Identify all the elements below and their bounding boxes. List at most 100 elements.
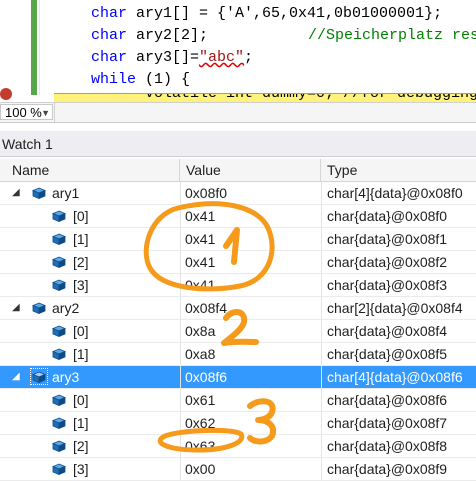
watch-row-parent[interactable]: ◢ ary3 0x08f6 char[4]{data}@0x08f6: [0, 366, 476, 389]
variable-cube-icon: [32, 302, 46, 314]
cell-value[interactable]: 0x63: [180, 435, 321, 457]
code-comment: //Speicherplatz res: [308, 27, 476, 44]
divider: [54, 103, 55, 122]
cell-value[interactable]: 0x41: [180, 274, 321, 296]
code-text: ;: [244, 49, 254, 66]
cell-type: char{data}@0x08f5: [321, 343, 476, 365]
watch-window-title[interactable]: Watch 1: [0, 131, 476, 157]
cell-type: char{data}@0x08f2: [321, 251, 476, 273]
cell-name: [1]: [0, 343, 180, 365]
watch-rows: ◢ ary1 0x08f0 char[4]{data}@0x08f0 [0] 0x41 ch…: [0, 182, 476, 481]
cell-name: [3]: [0, 274, 180, 296]
cell-name: [3]: [0, 458, 180, 480]
code-line-4[interactable]: while (1) {: [91, 69, 190, 91]
keyword: char: [91, 27, 128, 44]
cell-name: ◢ ary2: [0, 297, 180, 319]
cell-type: char{data}@0x08f0: [321, 205, 476, 227]
variable-name: ary2: [52, 300, 80, 316]
cell-value[interactable]: 0x00: [180, 458, 321, 480]
cell-value[interactable]: 0x41: [180, 251, 321, 273]
chevron-down-icon: ▼: [41, 108, 50, 118]
element-index: [1]: [73, 231, 89, 247]
cell-type: char{data}@0x08f4: [321, 320, 476, 342]
element-index: [0]: [73, 323, 89, 339]
breakpoint-icon[interactable]: [0, 88, 12, 100]
element-index: [3]: [73, 277, 89, 293]
cell-value[interactable]: 0x62: [180, 412, 321, 434]
code-text: volatile int dummy=0; //for debugging on…: [109, 93, 476, 102]
variable-cube-icon: [52, 210, 66, 222]
watch-row-child[interactable]: [0] 0x61 char{data}@0x08f6: [0, 389, 476, 412]
cell-value[interactable]: 0x08f4: [180, 297, 321, 319]
element-index: [1]: [73, 346, 89, 362]
cell-name: [2]: [0, 435, 180, 457]
element-index: [0]: [73, 392, 89, 408]
cell-name: [1]: [0, 228, 180, 250]
variable-cube-icon: [52, 279, 66, 291]
watch-row-child[interactable]: [3] 0x41 char{data}@0x08f3: [0, 274, 476, 297]
cell-type: char{data}@0x08f6: [321, 389, 476, 411]
variable-cube-icon: [52, 325, 66, 337]
variable-cube-icon: [52, 233, 66, 245]
expand-collapse-icon[interactable]: ◢: [12, 297, 24, 319]
cell-value[interactable]: 0x61: [180, 389, 321, 411]
watch-row-child[interactable]: [1] 0xa8 char{data}@0x08f5: [0, 343, 476, 366]
element-index: [1]: [73, 415, 89, 431]
watch-row-parent[interactable]: ◢ ary1 0x08f0 char[4]{data}@0x08f0: [0, 182, 476, 205]
cell-type: char{data}@0x08f3: [321, 274, 476, 296]
code-text: ary3[]=: [127, 49, 200, 66]
column-header-value[interactable]: Value: [180, 159, 321, 181]
cell-type: char[4]{data}@0x08f0: [321, 182, 476, 204]
variable-cube-icon: [52, 394, 66, 406]
cell-value[interactable]: 0x41: [180, 205, 321, 227]
variable-cube-icon: [52, 256, 66, 268]
cell-type: char{data}@0x08f7: [321, 412, 476, 434]
element-index: [2]: [73, 438, 89, 454]
cell-type: char[4]{data}@0x08f6: [321, 366, 476, 388]
cell-value[interactable]: 0x8a: [180, 320, 321, 342]
watch-row-child[interactable]: [2] 0x41 char{data}@0x08f2: [0, 251, 476, 274]
current-statement-highlight: volatile int dummy=0; //for debugging on…: [54, 93, 476, 102]
code-text: (1) {: [136, 71, 191, 88]
watch-row-child[interactable]: [0] 0x41 char{data}@0x08f0: [0, 205, 476, 228]
keyword: while: [91, 71, 137, 88]
variable-cube-icon: [52, 348, 66, 360]
watch-row-child[interactable]: [3] 0x00 char{data}@0x08f9: [0, 458, 476, 481]
code-line-3[interactable]: char ary3[]="abc";: [91, 47, 253, 69]
cell-value[interactable]: 0x41: [180, 228, 321, 250]
cell-name: ◢ ary3: [0, 366, 180, 388]
watch-row-child[interactable]: [0] 0x8a char{data}@0x08f4: [0, 320, 476, 343]
column-header-name[interactable]: Name: [0, 159, 180, 181]
code-line-2[interactable]: char ary2[2]; //Speicherplatz res: [91, 25, 476, 47]
watch-row-child[interactable]: [1] 0x62 char{data}@0x08f7: [0, 412, 476, 435]
code-line-1[interactable]: char ary1[] = {'A',65,0x41,0b01000001};: [91, 3, 442, 25]
cell-name: [1]: [0, 412, 180, 434]
variable-name: ary1: [52, 185, 80, 201]
code-editor[interactable]: char ary1[] = {'A',65,0x41,0b01000001}; …: [0, 0, 476, 102]
keyword: char: [91, 49, 128, 66]
cell-name: [0]: [0, 205, 180, 227]
cell-value[interactable]: 0x08f6: [180, 366, 321, 388]
zoom-dropdown[interactable]: 100 % ▼: [0, 104, 53, 120]
element-index: [3]: [73, 461, 89, 477]
cell-value[interactable]: 0x08f0: [180, 182, 321, 204]
variable-cube-icon: [52, 417, 66, 429]
watch-row-child[interactable]: [2] 0x63 char{data}@0x08f8: [0, 435, 476, 458]
gutter-divider: [39, 0, 40, 95]
cell-name: [0]: [0, 320, 180, 342]
watch-row-parent[interactable]: ◢ ary2 0x08f4 char[2]{data}@0x08f4: [0, 297, 476, 320]
cell-value[interactable]: 0xa8: [180, 343, 321, 365]
watch-row-child[interactable]: [1] 0x41 char{data}@0x08f1: [0, 228, 476, 251]
code-text: ary1[] = {'A',65,0x41,0b01000001};: [127, 5, 443, 22]
watch-header: Name Value Type: [0, 159, 476, 182]
expand-collapse-icon[interactable]: ◢: [12, 366, 24, 388]
cell-type: char{data}@0x08f8: [321, 435, 476, 457]
cell-type: char{data}@0x08f9: [321, 458, 476, 480]
cell-name: [2]: [0, 251, 180, 273]
expand-collapse-icon[interactable]: ◢: [12, 182, 24, 204]
variable-cube-icon: [32, 187, 46, 199]
column-header-type[interactable]: Type: [321, 159, 476, 181]
code-text: ary2[2];: [127, 27, 209, 44]
variable-cube-icon: [52, 440, 66, 452]
variable-cube-icon: [52, 463, 66, 475]
